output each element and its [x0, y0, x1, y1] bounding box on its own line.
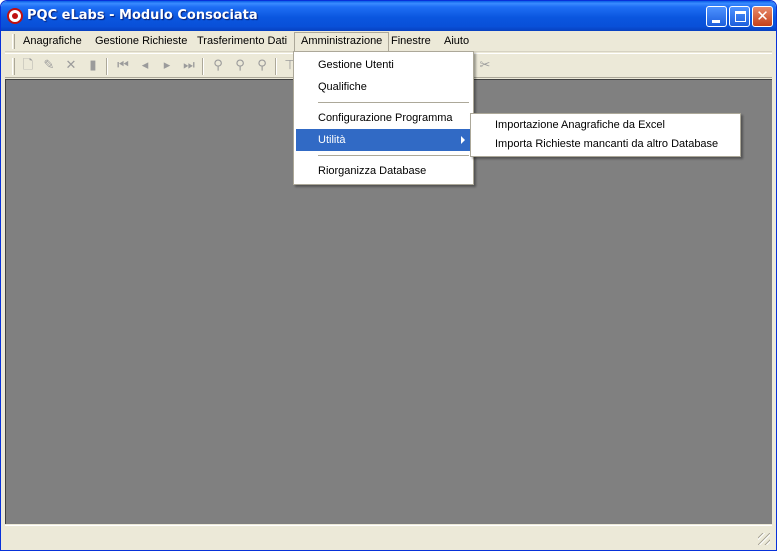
next-record-icon[interactable]: ▸ — [158, 57, 176, 75]
utilita-submenu: Importazione Anagrafiche da Excel Import… — [470, 113, 741, 157]
delete-icon[interactable]: ✕ — [62, 57, 80, 75]
resize-grip-icon[interactable] — [758, 533, 770, 545]
title-bar[interactable]: PQC eLabs - Modulo Consociata ✕ — [1, 1, 776, 31]
close-icon: ✕ — [756, 7, 769, 25]
menu-item-importa-richieste[interactable]: Importa Richieste mancanti da altro Data… — [473, 135, 738, 154]
app-window: PQC eLabs - Modulo Consociata ✕ Anagrafi… — [0, 0, 777, 551]
find-next-icon[interactable]: ⚲ — [231, 57, 249, 75]
close-button[interactable]: ✕ — [752, 6, 773, 27]
window-title: PQC eLabs - Modulo Consociata — [27, 8, 258, 23]
menu-gestione-richieste[interactable]: Gestione Richieste — [89, 32, 193, 51]
toolbar-separator — [275, 58, 277, 75]
status-bar — [5, 525, 772, 547]
minimize-icon — [712, 20, 720, 23]
menu-bar: Anagrafiche Gestione Richieste Trasferim… — [5, 31, 772, 52]
menu-item-qualifiche[interactable]: Qualifiche — [296, 76, 471, 98]
menubar-grip[interactable] — [12, 34, 15, 49]
submenu-arrow-icon — [461, 136, 465, 144]
previous-record-icon[interactable]: ◂ — [136, 57, 154, 75]
new-icon[interactable]: 🗋 — [19, 57, 37, 75]
find-icon[interactable]: ⚲ — [209, 57, 227, 75]
menu-item-utilita-label: Utilità — [318, 134, 346, 146]
menu-finestre[interactable]: Finestre — [385, 32, 437, 51]
trash-icon[interactable]: ▮ — [84, 57, 102, 75]
first-record-icon[interactable]: ⏮ — [114, 57, 132, 75]
last-record-icon[interactable]: ⏭ — [180, 57, 198, 75]
menu-aiuto[interactable]: Aiuto — [438, 32, 475, 51]
amministrazione-menu: Gestione Utenti Qualifiche Configurazion… — [293, 51, 474, 185]
menu-item-gestione-utenti[interactable]: Gestione Utenti — [296, 54, 471, 76]
app-logo-icon[interactable] — [7, 8, 23, 24]
toolbar-separator — [202, 58, 204, 75]
toolbar-grip[interactable] — [12, 58, 15, 75]
menu-amministrazione[interactable]: Amministrazione — [294, 32, 390, 51]
maximize-icon — [735, 11, 746, 22]
menu-separator — [318, 155, 469, 156]
cut-icon[interactable]: ✂ — [476, 57, 494, 75]
minimize-button[interactable] — [706, 6, 727, 27]
menu-item-configurazione-programma[interactable]: Configurazione Programma — [296, 107, 471, 129]
edit-icon[interactable]: ✎ — [40, 57, 58, 75]
menu-item-importazione-anagrafiche[interactable]: Importazione Anagrafiche da Excel — [473, 116, 738, 135]
menu-separator — [318, 102, 469, 103]
menu-anagrafiche[interactable]: Anagrafiche — [17, 32, 88, 51]
toolbar-separator — [106, 58, 108, 75]
menu-item-utilita[interactable]: Utilità — [296, 129, 471, 151]
find-previous-icon[interactable]: ⚲ — [253, 57, 271, 75]
menu-trasferimento-dati[interactable]: Trasferimento Dati — [191, 32, 293, 51]
menu-item-riorganizza-database[interactable]: Riorganizza Database — [296, 160, 471, 182]
maximize-button[interactable] — [729, 6, 750, 27]
